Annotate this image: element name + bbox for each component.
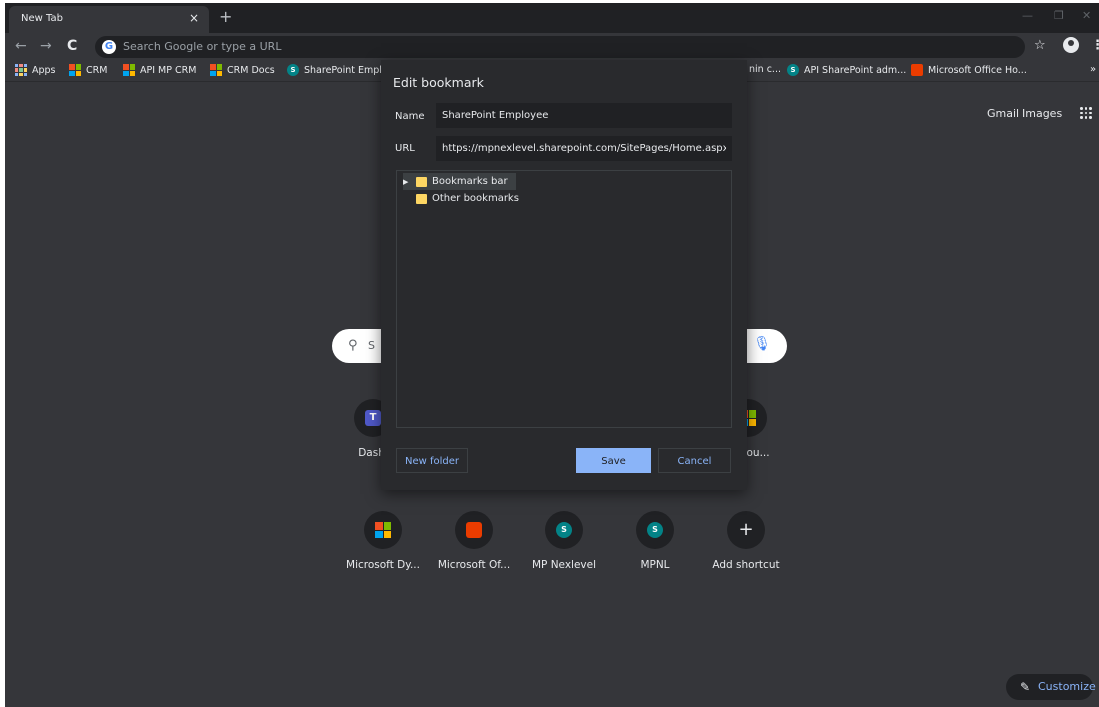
forward-icon[interactable]: → (40, 38, 52, 54)
edit-bookmark-dialog: Edit bookmark Name URL ▶ Bookmarks bar O… (381, 60, 747, 490)
microsoft-icon (210, 64, 222, 76)
bookmark-star-icon[interactable]: ☆ (1034, 38, 1046, 53)
plus-icon: + (727, 511, 765, 549)
folder-other-bookmarks[interactable]: Other bookmarks (403, 190, 527, 207)
bookmark-sharepoint-employee[interactable]: S SharePoint Empl (287, 64, 382, 76)
minimize-button[interactable]: — (1022, 9, 1033, 22)
bookmark-label: CRM Docs (227, 64, 275, 76)
bookmark-api-sharepoint-admin[interactable]: S API SharePoint adm... (787, 64, 906, 76)
tab-strip: New Tab × + — ❐ ✕ (5, 3, 1099, 33)
apps-icon (15, 64, 27, 76)
restore-button[interactable]: ❐ (1054, 9, 1064, 22)
folder-tree[interactable]: ▶ Bookmarks bar Other bookmarks (396, 170, 732, 428)
bookmark-crm-docs[interactable]: CRM Docs (210, 64, 275, 76)
shortcut-label: Microsoft Dy... (346, 559, 420, 571)
office-icon (911, 64, 923, 76)
folder-label: Other bookmarks (432, 193, 519, 204)
address-placeholder: Search Google or type a URL (123, 40, 282, 53)
bookmark-api-mp-crm[interactable]: API MP CRM (123, 64, 196, 76)
folder-bookmarks-bar[interactable]: ▶ Bookmarks bar (403, 173, 516, 190)
shortcut-mp-nexlevel[interactable]: S MP Nexlevel (519, 511, 609, 571)
sharepoint-icon: S (545, 511, 583, 549)
bookmark-label: API SharePoint adm... (804, 64, 907, 76)
tab-title: New Tab (21, 13, 63, 24)
tab-new-tab[interactable]: New Tab × (9, 6, 209, 33)
customize-button[interactable]: ✎ Customize (1006, 674, 1096, 700)
microphone-icon[interactable]: 🎙 (753, 336, 771, 352)
name-label: Name (395, 111, 425, 122)
bookmark-label: Microsoft Office Ho... (928, 64, 1027, 76)
google-apps-icon[interactable] (1080, 107, 1092, 119)
customize-label: Customize (1038, 680, 1096, 693)
bookmark-label: SharePoint Empl (304, 64, 382, 76)
shortcut-label: Microsoft Of... (437, 559, 511, 571)
office-icon (455, 511, 493, 549)
folder-label: Bookmarks bar (432, 176, 508, 187)
bookmark-label: Apps (32, 64, 56, 76)
bookmark-crm[interactable]: CRM (69, 64, 107, 76)
images-link[interactable]: Images (1022, 107, 1062, 120)
bookmark-label: API MP CRM (140, 64, 197, 76)
url-field[interactable] (436, 136, 732, 161)
expand-arrow-icon[interactable]: ▶ (403, 178, 411, 186)
bookmark-label: CRM (86, 64, 108, 76)
shortcut-add[interactable]: + Add shortcut (701, 511, 791, 571)
folder-icon (416, 193, 427, 204)
more-bookmarks-icon[interactable]: » (1090, 64, 1096, 75)
folder-icon (416, 176, 427, 187)
profile-avatar-icon[interactable] (1063, 37, 1079, 53)
reload-icon[interactable]: C (67, 38, 77, 54)
bookmark-office-home[interactable]: Microsoft Office Ho... (911, 64, 1027, 76)
toolbar: ← → C G Search Google or type a URL ☆ ⋮ (5, 33, 1099, 60)
search-icon: ⚲ (348, 338, 358, 353)
microsoft-icon (69, 64, 81, 76)
shortcut-label: MP Nexlevel (531, 559, 597, 571)
browser-window: New Tab × + — ❐ ✕ ← → C G Search Google … (5, 3, 1099, 707)
save-button[interactable]: Save (576, 448, 651, 473)
new-tab-button[interactable]: + (219, 7, 232, 26)
gmail-link[interactable]: Gmail (987, 107, 1019, 120)
google-icon: G (102, 40, 116, 54)
microsoft-icon (364, 511, 402, 549)
menu-icon[interactable]: ⋮ (1091, 38, 1099, 53)
dialog-title: Edit bookmark (393, 75, 484, 90)
microsoft-icon (123, 64, 135, 76)
shortcut-mpnl[interactable]: S MPNL (610, 511, 700, 571)
shortcut-label: MPNL (640, 559, 670, 571)
url-label: URL (395, 143, 415, 154)
shortcut-label: Add shortcut (712, 559, 780, 571)
cancel-button[interactable]: Cancel (658, 448, 731, 473)
shortcut-microsoft-dynamics[interactable]: Microsoft Dy... (338, 511, 428, 571)
address-bar[interactable]: G Search Google or type a URL (95, 36, 1025, 58)
pencil-icon: ✎ (1020, 680, 1031, 694)
new-folder-button[interactable]: New folder (396, 448, 468, 473)
bookmark-label: nin c... (749, 64, 781, 75)
shortcut-microsoft-office[interactable]: Microsoft Of... (429, 511, 519, 571)
tab-close-icon[interactable]: × (189, 11, 199, 25)
sharepoint-icon: S (636, 511, 674, 549)
sharepoint-icon: S (287, 64, 299, 76)
back-icon[interactable]: ← (15, 38, 27, 54)
search-placeholder: S (368, 339, 375, 352)
bookmark-admin-center[interactable]: nin c... (749, 64, 781, 75)
bookmark-apps[interactable]: Apps (15, 64, 56, 76)
sharepoint-icon: S (787, 64, 799, 76)
name-field[interactable] (436, 103, 732, 128)
close-window-button[interactable]: ✕ (1082, 9, 1091, 22)
